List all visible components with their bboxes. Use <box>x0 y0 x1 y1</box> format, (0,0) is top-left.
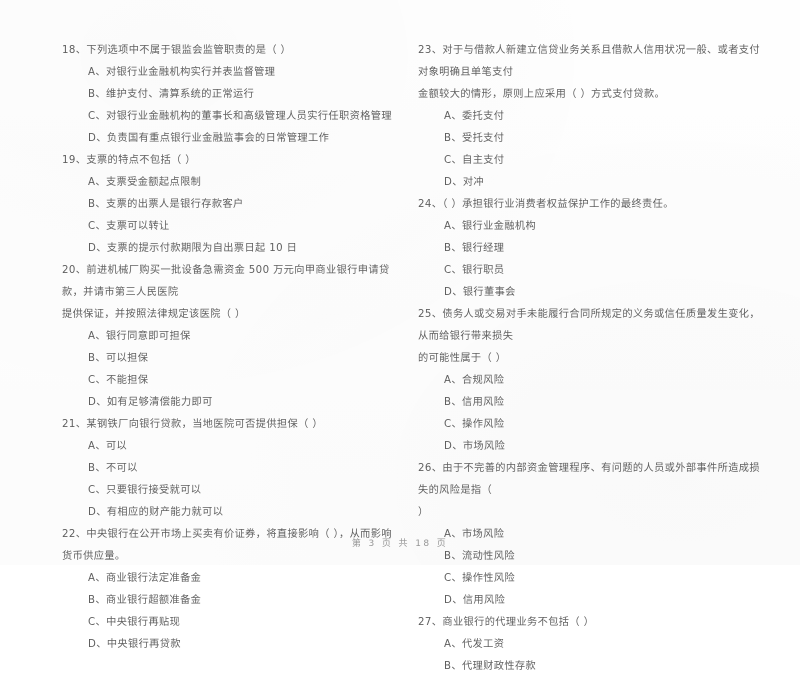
question-option[interactable]: B、受托支付 <box>444 128 760 150</box>
question-option[interactable]: C、自主支付 <box>444 150 760 172</box>
question-option[interactable]: A、对银行业金融机构实行并表监督管理 <box>88 62 392 84</box>
question-option[interactable]: C、操作性风险 <box>444 568 760 590</box>
question-option[interactable]: A、商业银行法定准备金 <box>88 568 392 590</box>
question-option[interactable]: C、对银行业金融机构的董事长和高级管理人员实行任职资格管理 <box>88 106 392 128</box>
question-option[interactable]: B、不可以 <box>88 458 392 480</box>
question-option[interactable]: B、支票的出票人是银行存款客户 <box>88 194 392 216</box>
question-option[interactable]: B、银行经理 <box>444 238 760 260</box>
question-stem: 18、下列选项中不属于银监会监管职责的是（ ） <box>62 45 292 56</box>
page-footer: 第 3 页 共 18 页 <box>351 539 449 549</box>
question-option[interactable]: B、可以担保 <box>88 348 392 370</box>
question-block: 27、商业银行的代理业务不包括（ ） A、代发工资 B、代理财政性存款 <box>418 612 760 678</box>
question-option[interactable]: D、有相应的财产能力就可以 <box>88 502 392 524</box>
question-option[interactable]: C、中央银行再贴现 <box>88 612 392 634</box>
question-option[interactable]: C、银行职员 <box>444 260 760 282</box>
question-option[interactable]: D、对冲 <box>444 172 760 194</box>
question-option[interactable]: C、只要银行接受就可以 <box>88 480 392 502</box>
question-stem: 26、由于不完善的内部资金管理程序、有问题的人员或外部事件所造成损失的风险是指（ <box>418 463 760 496</box>
two-column-body: 18、下列选项中不属于银监会监管职责的是（ ） A、对银行业金融机构实行并表监督… <box>0 0 800 672</box>
question-stem: 19、支票的特点不包括（ ） <box>62 155 196 166</box>
question-stem: 24、（ ）承担银行业消费者权益保护工作的最终责任。 <box>418 199 674 210</box>
question-stem: 23、对于与借款人新建立信贷业务关系且借款人信用状况一般、或者支付对象明确且单笔… <box>418 45 760 78</box>
question-stem-continued: ） <box>418 507 429 518</box>
question-option[interactable]: D、支票的提示付款期限为自出票日起 10 日 <box>88 238 392 260</box>
question-stem-continued: 提供保证，并按照法律规定该医院（ ） <box>62 309 246 320</box>
question-option[interactable]: C、不能担保 <box>88 370 392 392</box>
right-column: 23、对于与借款人新建立信贷业务关系且借款人信用状况一般、或者支付对象明确且单笔… <box>400 0 800 672</box>
question-stem: 25、债务人或交易对手未能履行合同所规定的义务或信任质量发生变化，从而给银行带来… <box>418 309 760 342</box>
question-block: 24、（ ）承担银行业消费者权益保护工作的最终责任。 A、银行业金融机构 B、银… <box>418 194 760 304</box>
question-block: 25、债务人或交易对手未能履行合同所规定的义务或信任质量发生变化，从而给银行带来… <box>418 304 760 458</box>
question-stem: 27、商业银行的代理业务不包括（ ） <box>418 617 595 628</box>
question-option[interactable]: A、银行业金融机构 <box>444 216 760 238</box>
question-option[interactable]: C、操作风险 <box>444 414 760 436</box>
question-option[interactable]: A、委托支付 <box>444 106 760 128</box>
question-stem-continued: 的可能性属于（ ） <box>418 353 507 364</box>
question-option[interactable]: D、负责国有重点银行业金融监事会的日常管理工作 <box>88 128 392 150</box>
question-option[interactable]: D、信用风险 <box>444 590 760 612</box>
question-stem-continued: 金额较大的情形，原则上应采用（ ）方式支付贷款。 <box>418 89 666 100</box>
question-option[interactable]: D、如有足够清偿能力即可 <box>88 392 392 414</box>
question-option[interactable]: B、信用风险 <box>444 392 760 414</box>
question-stem: 20、前进机械厂购买一批设备急需资金 500 万元向甲商业银行申请贷款，并请市第… <box>62 265 390 298</box>
question-option[interactable]: A、支票受金额起点限制 <box>88 172 392 194</box>
question-option[interactable]: B、维护支付、清算系统的正常运行 <box>88 84 392 106</box>
question-block: 26、由于不完善的内部资金管理程序、有问题的人员或外部事件所造成损失的风险是指（… <box>418 458 760 612</box>
question-option[interactable]: D、银行董事会 <box>444 282 760 304</box>
question-option[interactable]: B、商业银行超额准备金 <box>88 590 392 612</box>
question-block: 18、下列选项中不属于银监会监管职责的是（ ） A、对银行业金融机构实行并表监督… <box>62 40 392 150</box>
question-option[interactable]: D、中央银行再贷款 <box>88 634 392 656</box>
question-option[interactable]: B、代理财政性存款 <box>444 656 760 678</box>
question-block: 23、对于与借款人新建立信贷业务关系且借款人信用状况一般、或者支付对象明确且单笔… <box>418 40 760 194</box>
question-option[interactable]: A、银行同意即可担保 <box>88 326 392 348</box>
question-block: 20、前进机械厂购买一批设备急需资金 500 万元向甲商业银行申请贷款，并请市第… <box>62 260 392 414</box>
left-column: 18、下列选项中不属于银监会监管职责的是（ ） A、对银行业金融机构实行并表监督… <box>0 0 400 650</box>
question-option[interactable]: A、合规风险 <box>444 370 760 392</box>
question-option[interactable]: C、支票可以转让 <box>88 216 392 238</box>
question-option[interactable]: A、可以 <box>88 436 392 458</box>
question-option[interactable]: A、代发工资 <box>444 634 760 656</box>
question-stem: 21、某钢铁厂向银行贷款，当地医院可否提供担保（ ） <box>62 419 323 430</box>
question-option[interactable]: D、市场风险 <box>444 436 760 458</box>
question-block: 19、支票的特点不包括（ ） A、支票受金额起点限制 B、支票的出票人是银行存款… <box>62 150 392 260</box>
question-block: 21、某钢铁厂向银行贷款，当地医院可否提供担保（ ） A、可以 B、不可以 C、… <box>62 414 392 524</box>
